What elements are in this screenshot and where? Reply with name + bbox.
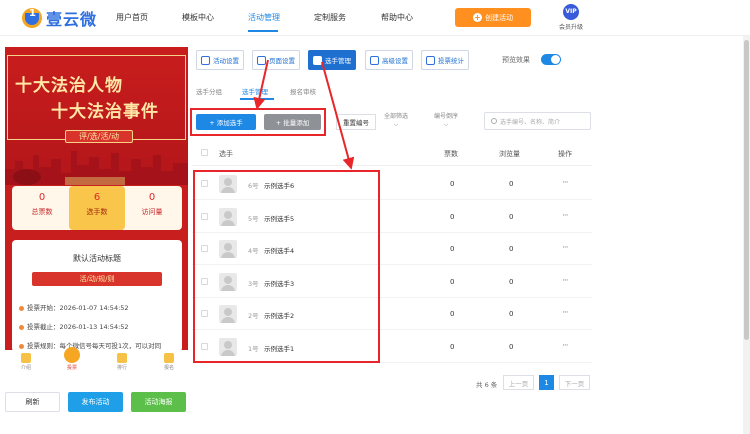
annotation-arrows [253,59,355,170]
scrollbar-thumb[interactable] [744,40,749,340]
